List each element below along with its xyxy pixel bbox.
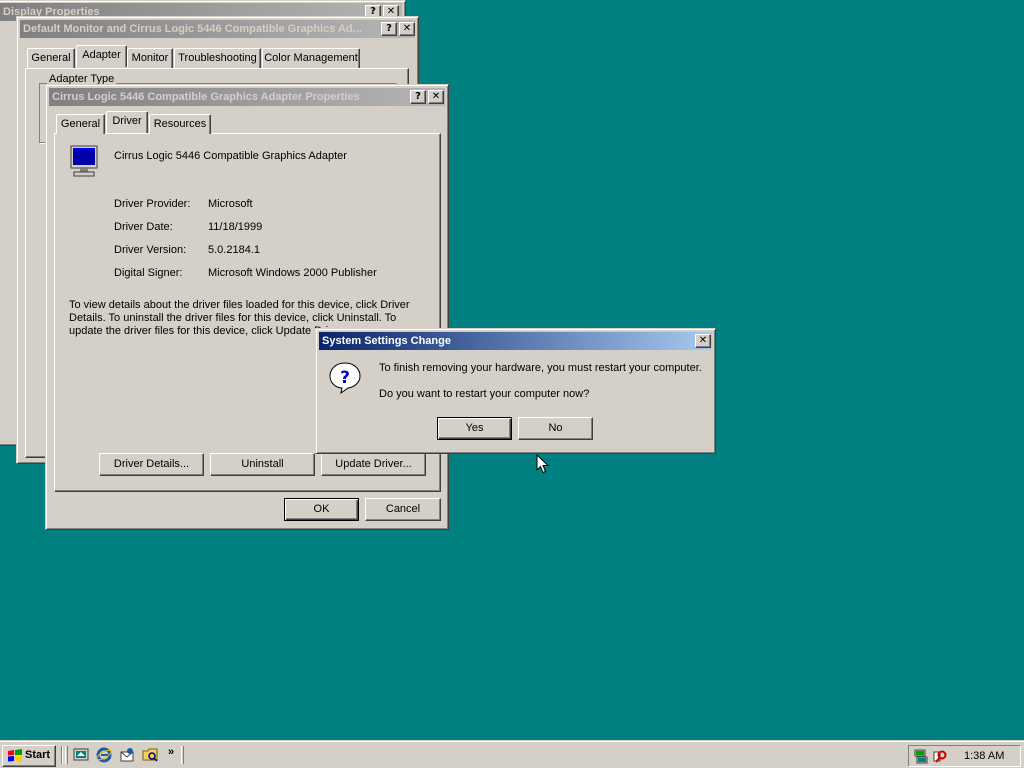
tab-troubleshooting[interactable]: Troubleshooting xyxy=(174,48,261,68)
dialog-title: System Settings Change xyxy=(322,335,451,347)
outlook-express-icon[interactable] xyxy=(119,747,136,763)
driver-version-label: Driver Version: xyxy=(114,244,187,256)
uninstall-button[interactable]: Uninstall xyxy=(210,453,315,476)
ok-button[interactable]: OK xyxy=(284,498,359,521)
tab-adapter[interactable]: Adapter xyxy=(76,45,127,67)
driver-provider-value: Microsoft xyxy=(208,198,253,210)
volume-icon[interactable] xyxy=(931,748,947,764)
clock[interactable]: 1:38 AM xyxy=(964,750,1004,762)
dialog-titlebar[interactable]: System Settings Change xyxy=(319,332,712,350)
dialog-message-1: To finish removing your hardware, you mu… xyxy=(379,362,702,374)
folder-icon[interactable] xyxy=(142,747,159,763)
dialog-message-2: Do you want to restart your computer now… xyxy=(379,388,590,400)
windows-logo-icon xyxy=(7,749,23,763)
quick-launch-grip[interactable] xyxy=(65,746,68,764)
digital-signer-label: Digital Signer: xyxy=(114,267,183,279)
tab-driver[interactable]: Driver xyxy=(106,111,148,133)
yes-button[interactable]: Yes xyxy=(437,417,512,440)
close-button[interactable]: ✕ xyxy=(399,22,415,36)
device-name: Cirrus Logic 5446 Compatible Graphics Ad… xyxy=(114,150,347,162)
tab-resources[interactable]: Resources xyxy=(149,114,211,134)
monitor-properties-titlebar[interactable]: Default Monitor and Cirrus Logic 5446 Co… xyxy=(20,20,415,38)
driver-details-button[interactable]: Driver Details... xyxy=(99,453,204,476)
digital-signer-value: Microsoft Windows 2000 Publisher xyxy=(208,267,377,279)
driver-version-value: 5.0.2184.1 xyxy=(208,244,260,256)
adapter-properties-title: Cirrus Logic 5446 Compatible Graphics Ad… xyxy=(52,91,360,103)
taskbar-separator xyxy=(181,746,184,764)
system-settings-change-dialog: System Settings Change ✕ ? To finish rem… xyxy=(315,328,716,454)
driver-date-label: Driver Date: xyxy=(114,221,173,233)
question-icon: ? xyxy=(328,361,362,395)
start-label: Start xyxy=(25,749,51,761)
quick-launch-chevron[interactable]: » xyxy=(168,746,174,758)
start-button[interactable]: Start xyxy=(2,745,56,767)
taskbar: Start » 1:38 AM xyxy=(0,740,1024,768)
adapter-properties-window: Cirrus Logic 5446 Compatible Graphics Ad… xyxy=(45,84,449,530)
internet-explorer-icon[interactable] xyxy=(96,747,113,763)
close-button[interactable]: ✕ xyxy=(695,334,711,348)
tab-general[interactable]: General xyxy=(56,114,105,134)
help-button[interactable]: ? xyxy=(410,90,426,104)
no-button[interactable]: No xyxy=(518,417,593,440)
mouse-cursor xyxy=(536,453,550,474)
close-button[interactable]: ✕ xyxy=(428,90,444,104)
network-icon[interactable] xyxy=(913,748,929,764)
taskbar-separator xyxy=(61,746,63,764)
monitor-icon xyxy=(68,144,102,180)
help-button[interactable]: ? xyxy=(381,22,397,36)
system-tray: 1:38 AM xyxy=(908,745,1021,767)
tab-monitor[interactable]: Monitor xyxy=(127,48,173,68)
adapter-properties-titlebar[interactable]: Cirrus Logic 5446 Compatible Graphics Ad… xyxy=(49,88,445,106)
update-driver-button[interactable]: Update Driver... xyxy=(321,453,426,476)
driver-provider-label: Driver Provider: xyxy=(114,198,191,210)
tab-general[interactable]: General xyxy=(27,48,75,68)
monitor-properties-title: Default Monitor and Cirrus Logic 5446 Co… xyxy=(23,23,362,35)
driver-date-value: 11/18/1999 xyxy=(208,221,263,233)
show-desktop-icon[interactable] xyxy=(73,747,90,763)
tab-color-management[interactable]: Color Management xyxy=(262,48,360,68)
cancel-button[interactable]: Cancel xyxy=(365,498,441,521)
svg-text:?: ? xyxy=(340,368,350,388)
